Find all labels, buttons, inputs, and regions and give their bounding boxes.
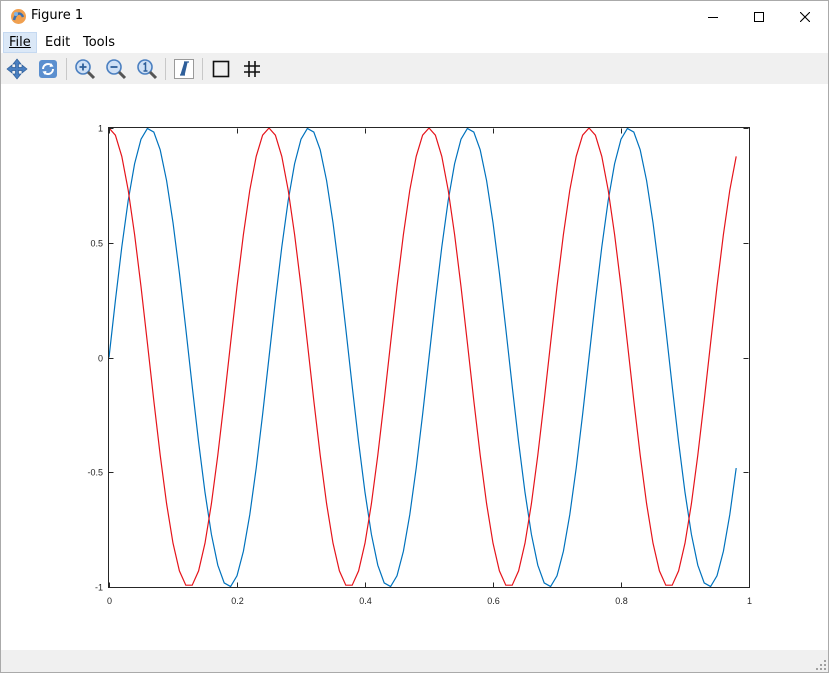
grid-button[interactable] [239,56,265,82]
menu-file[interactable]: File [3,32,37,53]
x-tick-label: 0 [107,596,112,606]
window-title: Figure 1 [31,8,84,23]
figure-toolbar [1,53,828,84]
menu-tools[interactable]: Tools [78,32,120,53]
insert-text-button[interactable] [171,56,197,82]
x-tick-label: 1 [747,596,752,606]
maximize-button[interactable] [736,1,782,32]
pan-button[interactable] [4,56,30,82]
toolbar-separator [165,58,166,80]
zoom-out-button[interactable] [103,56,129,82]
close-button[interactable] [782,1,828,32]
zoom-reset-button[interactable] [134,56,160,82]
axes-box-icon [212,60,230,78]
x-tick-label: 0.6 [487,596,500,606]
menu-bar: File Edit Tools [1,32,828,53]
y-tick-label: 1 [98,124,103,134]
x-tick-label: 0.2 [231,596,244,606]
menu-tools-label: Tools [83,35,116,50]
toolbar-separator [202,58,203,80]
octave-icon [10,8,27,25]
figure-canvas[interactable]: 0 0.2 0.4 0.6 0.8 1 1 0.5 0 -0.5 -1 [1,84,828,650]
zoom-out-icon [106,59,127,80]
rotate-button[interactable] [35,56,61,82]
close-icon [800,11,810,22]
menu-edit[interactable]: Edit [40,32,75,53]
y-tick-label: -1 [95,583,103,593]
title-bar[interactable]: Figure 1 [1,1,828,32]
rotate-icon [39,60,57,78]
line-chart[interactable]: 0 0.2 0.4 0.6 0.8 1 1 0.5 0 -0.5 -1 [1,84,828,650]
axes-box-button[interactable] [208,56,234,82]
figure-window: Figure 1 File Edit Tools 0 0.2 0.4 0.6 0… [0,0,829,673]
series-line-2 [108,127,737,586]
minimize-icon [708,16,718,18]
y-tick-label: 0.5 [90,239,103,249]
zoom-in-button[interactable] [72,56,98,82]
zoom-reset-icon [137,59,158,80]
menu-file-label: File [9,35,31,50]
insert-text-icon [174,59,194,79]
toolbar-separator [66,58,67,80]
maximize-icon [754,11,764,22]
x-tick-label: 0.4 [359,596,372,606]
menu-edit-label: Edit [45,35,71,50]
zoom-in-icon [75,59,96,80]
status-bar [1,650,828,672]
y-tick-label: -0.5 [87,468,103,478]
grid-icon [244,61,260,77]
resize-grip-icon[interactable] [816,660,826,670]
series-line-1 [108,127,737,588]
x-tick-label: 0.8 [615,596,628,606]
y-tick-label: 0 [98,354,103,364]
minimize-button[interactable] [690,1,736,32]
pan-icon [6,58,28,80]
